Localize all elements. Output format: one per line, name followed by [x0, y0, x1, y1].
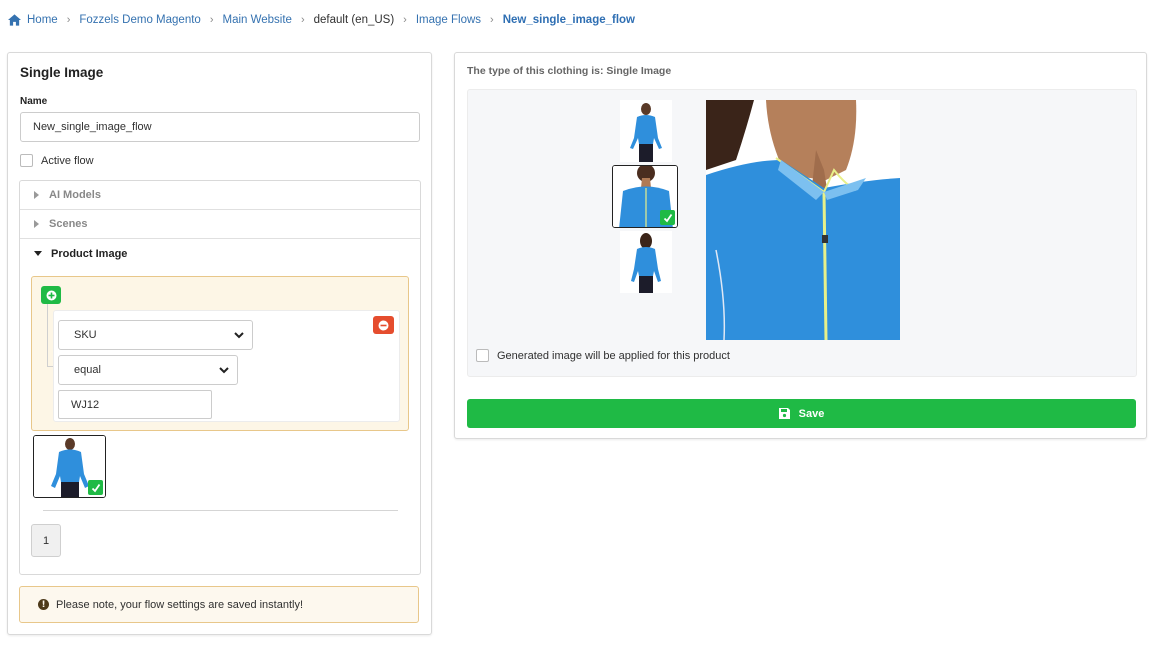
- image-preview-panel: The type of this clothing is: Single Ima…: [454, 52, 1147, 439]
- home-icon: [8, 14, 21, 26]
- caret-right-icon: [34, 220, 39, 228]
- chevron-right-icon: ›: [403, 14, 407, 26]
- chevron-right-icon: ›: [66, 14, 71, 26]
- save-button[interactable]: Save: [467, 399, 1136, 428]
- attribute-select[interactable]: SKU: [58, 320, 253, 350]
- check-icon: [663, 213, 672, 222]
- product-photo: [706, 100, 900, 340]
- remove-condition-button[interactable]: [373, 316, 394, 334]
- accordion-scenes[interactable]: Scenes: [20, 210, 420, 239]
- settings-accordion: AI Models Scenes Product Image SKU equal…: [19, 180, 421, 575]
- operator-select[interactable]: equal: [58, 355, 238, 385]
- condition-group: SKU equal WJ12: [31, 276, 409, 431]
- active-flow-checkbox[interactable]: [20, 154, 33, 167]
- breadcrumb-home-link[interactable]: Home: [27, 14, 58, 26]
- name-label: Name: [20, 96, 48, 107]
- caret-right-icon: [34, 191, 39, 199]
- apply-image-row[interactable]: Generated image will be applied for this…: [476, 349, 730, 362]
- gallery-thumbnail-front[interactable]: [620, 100, 672, 162]
- caret-down-icon: [34, 251, 42, 256]
- main-product-image: [706, 100, 900, 340]
- gallery-thumbnail-closeup[interactable]: [612, 165, 678, 228]
- save-icon: [778, 408, 790, 419]
- accordion-ai-models[interactable]: AI Models: [20, 181, 420, 210]
- chevron-right-icon: ›: [300, 14, 305, 26]
- product-photo: [630, 103, 662, 162]
- apply-image-label: Generated image will be applied for this…: [497, 349, 730, 362]
- operator-select-value: equal: [74, 364, 101, 376]
- condition-rule: SKU equal WJ12: [53, 310, 400, 422]
- chevron-down-icon: [219, 366, 229, 373]
- flow-settings-panel: Single Image Name Active flow AI Models …: [7, 52, 432, 635]
- breadcrumb-website-link[interactable]: Main Website: [222, 14, 291, 26]
- selected-check-badge: [88, 480, 103, 495]
- accordion-label: Scenes: [49, 218, 88, 230]
- name-input[interactable]: [20, 112, 420, 142]
- breadcrumb-image-flows-link[interactable]: Image Flows: [416, 14, 481, 26]
- divider: [43, 510, 398, 511]
- plus-circle-icon: [46, 290, 56, 300]
- product-image-thumbnail[interactable]: [33, 435, 106, 498]
- active-flow-label: Active flow: [41, 154, 94, 167]
- save-button-label: Save: [798, 407, 825, 420]
- panel-title: Single Image: [20, 65, 104, 80]
- product-photo: [631, 233, 661, 293]
- accordion-product-image[interactable]: Product Image: [20, 239, 420, 268]
- selected-check-badge: [660, 210, 675, 225]
- add-condition-button[interactable]: [41, 286, 61, 304]
- clothing-type-text: The type of this clothing is: Single Ima…: [467, 65, 672, 77]
- accordion-label: AI Models: [49, 189, 101, 201]
- condition-value-input[interactable]: WJ12: [58, 390, 212, 419]
- breadcrumb-store-view: default (en_US): [313, 14, 395, 26]
- chevron-down-icon: [234, 331, 244, 338]
- minus-circle-icon: [378, 320, 389, 330]
- chevron-right-icon: ›: [490, 14, 494, 26]
- breadcrumb-current-flow: New_single_image_flow: [502, 14, 635, 26]
- breadcrumb: Home › Fozzels Demo Magento › Main Websi…: [8, 13, 635, 27]
- autosave-notice: ! Please note, your flow settings are sa…: [19, 586, 419, 623]
- check-icon: [91, 483, 100, 492]
- attribute-select-value: SKU: [74, 329, 97, 341]
- pagination-page-button[interactable]: 1: [31, 524, 61, 557]
- breadcrumb-store-link[interactable]: Fozzels Demo Magento: [79, 14, 200, 26]
- notice-text: Please note, your flow settings are save…: [56, 598, 304, 611]
- image-gallery: Generated image will be applied for this…: [467, 89, 1137, 377]
- info-icon: !: [38, 599, 49, 610]
- active-flow-row[interactable]: Active flow: [20, 154, 94, 167]
- gallery-thumbnail-back[interactable]: [620, 231, 672, 293]
- apply-image-checkbox[interactable]: [476, 349, 489, 362]
- accordion-label: Product Image: [51, 247, 128, 260]
- chevron-right-icon: ›: [209, 14, 214, 26]
